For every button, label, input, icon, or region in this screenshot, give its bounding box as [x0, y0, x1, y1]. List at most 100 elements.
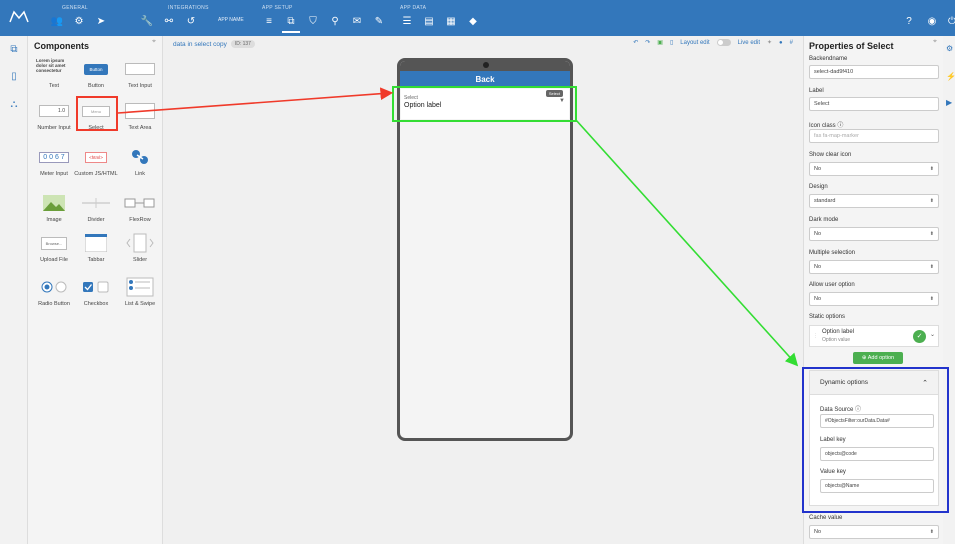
component-slider[interactable]: Slider [118, 232, 162, 264]
upload-preview: Browse... [40, 236, 68, 250]
component-meter-input[interactable]: 0 0 6 7 Meter Input [32, 146, 76, 178]
tree-rail-icon[interactable]: ⛬ [8, 98, 20, 110]
menu-icon[interactable]: ≡ [262, 15, 276, 27]
wrench-icon[interactable]: 🔧 [140, 15, 154, 27]
account-icon[interactable]: ◉ [925, 15, 939, 27]
users-icon[interactable]: 👥 [50, 15, 64, 27]
app-logo-icon[interactable] [8, 6, 30, 28]
share-icon[interactable]: ⚲ [328, 15, 342, 27]
design-select[interactable]: standard ⬍ [809, 194, 939, 208]
list-icon[interactable]: ☰ [400, 15, 414, 27]
send-icon[interactable]: ➤ [94, 15, 108, 27]
database-icon[interactable]: ▤ [422, 15, 436, 27]
grid-icon[interactable]: # [790, 40, 793, 46]
radio-icon [41, 281, 67, 293]
component-text-area[interactable]: Text Area [118, 100, 162, 132]
tag-icon[interactable]: ◆ [466, 15, 480, 27]
green-highlight-box [392, 86, 577, 122]
flexrow-icon [124, 198, 155, 208]
pin-icon[interactable]: ⌖ [152, 38, 156, 46]
chat-icon[interactable]: ✉ [350, 15, 364, 27]
allow-user-option-select[interactable]: No ⬍ [809, 292, 939, 306]
apple-icon[interactable]: ● [779, 40, 783, 46]
screen-name[interactable]: data in select copy [173, 41, 227, 48]
backendname-input[interactable]: select-dad9f410 [809, 65, 939, 79]
allow-user-option-label: Allow user option [809, 282, 855, 288]
blue-highlight-box [802, 367, 949, 513]
select-caret-icon: ⬍ [929, 296, 934, 302]
component-list-swipe[interactable]: List & Swipe [118, 276, 162, 308]
dark-mode-label: Dark mode [809, 217, 839, 223]
cache-value-select[interactable]: No ⬍ [809, 525, 939, 539]
component-image[interactable]: Image [32, 192, 76, 224]
component-text[interactable]: Lorem ipsum dolor sit amet consectetur T… [32, 58, 76, 90]
text-area-preview [125, 103, 155, 119]
device-icon[interactable]: ▯ [670, 39, 673, 46]
component-divider[interactable]: Divider [74, 192, 118, 224]
drag-handle-icon[interactable]: ⋮ [813, 333, 818, 339]
network-icon[interactable]: ⚯ [162, 15, 176, 27]
components-rail-icon[interactable]: ⧉ [8, 43, 20, 55]
checkbox-icon [83, 281, 109, 293]
properties-rail-icon[interactable]: ⚙ [946, 44, 954, 54]
slider-icon [126, 233, 154, 253]
text-preview: Lorem ipsum dolor sit amet consectetur [36, 58, 66, 73]
live-edit-toggle[interactable] [716, 39, 731, 46]
label-input[interactable]: Select [809, 97, 939, 111]
number-input-preview: 1.0 [39, 105, 69, 117]
table-icon[interactable]: ▦ [444, 15, 458, 27]
group-label-general: GENERAL [62, 5, 88, 11]
component-link[interactable]: Link [118, 146, 162, 178]
select-caret-icon: ⬍ [929, 198, 934, 204]
component-tabbar[interactable]: Tabbar [74, 232, 118, 264]
select-caret-icon: ⬍ [929, 264, 934, 270]
save-icon[interactable]: ▣ [657, 39, 663, 46]
cache-value-label: Cache value [809, 515, 843, 521]
help-icon[interactable]: ? [902, 15, 916, 27]
android-icon[interactable]: ✦ [767, 39, 772, 46]
dark-mode-select[interactable]: No ⬍ [809, 227, 939, 241]
settings-icon[interactable]: ⚙ [72, 15, 86, 27]
live-edit-label: Live edit [737, 39, 760, 46]
link-icon [132, 150, 148, 164]
multiple-selection-select[interactable]: No ⬍ [809, 260, 939, 274]
play-rail-icon[interactable]: ▶ [946, 98, 954, 108]
screen-id-badge: ID: 137 [230, 40, 255, 48]
component-checkbox[interactable]: Checkbox [74, 276, 118, 308]
component-custom-html[interactable]: <html> Custom JS/HTML [74, 146, 118, 178]
html-preview: <html> [85, 151, 107, 163]
logout-icon[interactable]: ⏻ [945, 15, 955, 27]
red-highlight-box [76, 96, 118, 131]
user-edit-icon[interactable]: ✎ [372, 15, 386, 27]
component-radio-button[interactable]: Radio Button [32, 276, 76, 308]
shield-icon[interactable]: ⛉ [306, 15, 320, 27]
component-button[interactable]: Button Button [74, 58, 118, 90]
component-flexrow[interactable]: FlexRow [118, 192, 162, 224]
chevron-down-icon[interactable]: ⌄ [930, 331, 935, 338]
properties-title: Properties of Select [809, 41, 894, 51]
redo-icon[interactable]: ↷ [645, 39, 650, 46]
actions-rail-icon[interactable]: ⚡ [946, 72, 955, 82]
undo-icon[interactable]: ↶ [633, 39, 638, 46]
check-icon[interactable]: ✓ [913, 330, 926, 343]
multiple-selection-label: Multiple selection [809, 250, 856, 256]
static-option-row[interactable]: ⋮ Option label Option value ✓ ⌄ [809, 325, 939, 347]
app-name[interactable]: APP NAME [218, 17, 244, 23]
phone-notch [400, 61, 570, 71]
static-options-label: Static options [809, 314, 846, 320]
add-option-button[interactable]: ⊕ Add option [853, 352, 903, 364]
show-clear-select[interactable]: No ⬍ [809, 162, 939, 176]
component-upload-file[interactable]: Browse... Upload File [32, 232, 76, 264]
select-caret-icon: ⬍ [929, 166, 934, 172]
history-icon[interactable]: ↺ [184, 15, 198, 27]
mobile-rail-icon[interactable]: ▯ [8, 70, 20, 82]
button-preview: Button [84, 63, 108, 75]
component-text-input[interactable]: Text Input [118, 58, 162, 90]
components-icon[interactable]: ⧉ [284, 15, 298, 27]
top-toolbar: GENERAL INTEGRATIONS APP SETUP APP DATA … [0, 0, 955, 36]
icon-class-input[interactable]: fas fa-map-marker [809, 129, 939, 143]
static-option-value: Option value [822, 337, 851, 343]
component-number-input[interactable]: 1.0 Number Input [32, 100, 76, 132]
pin-icon[interactable]: ⌖ [933, 38, 937, 46]
icon-class-label: Icon class ⓘ [809, 123, 844, 129]
